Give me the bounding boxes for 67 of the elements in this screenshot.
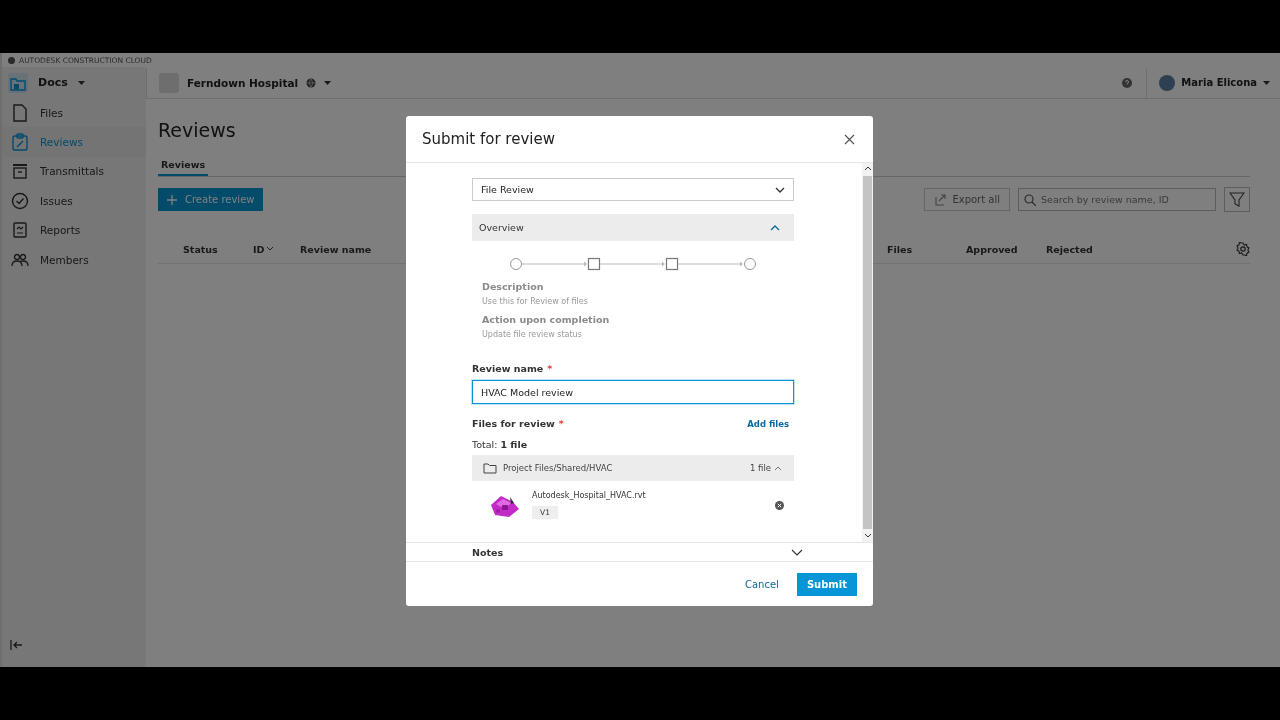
action-text: Update file review status bbox=[482, 330, 583, 339]
file-icon bbox=[10, 102, 30, 123]
notes-section[interactable]: Notes bbox=[406, 542, 873, 562]
create-review-button[interactable]: Create review bbox=[158, 188, 264, 211]
sidebar-item[interactable]: Transmittals bbox=[2, 156, 146, 187]
globe-icon bbox=[306, 77, 317, 88]
chevron-up-icon bbox=[774, 465, 782, 471]
folder-icon bbox=[483, 462, 497, 474]
action-label: Action upon completion bbox=[482, 314, 611, 325]
export-icon bbox=[934, 193, 947, 206]
user-menu[interactable]: Maria Elicona bbox=[1146, 67, 1270, 98]
search-icon bbox=[1024, 194, 1036, 206]
description-label: Description bbox=[482, 281, 545, 292]
tray-icon bbox=[10, 161, 30, 182]
plus-icon bbox=[167, 194, 177, 205]
clipboard-icon bbox=[10, 132, 30, 153]
field-label: Files for review bbox=[472, 418, 555, 429]
overview-header[interactable]: Overview bbox=[472, 214, 794, 241]
column-header[interactable]: Rejected bbox=[1046, 243, 1106, 255]
review-name-field[interactable]: HVAC Model review bbox=[472, 380, 794, 404]
column-header[interactable]: ID bbox=[253, 243, 300, 255]
field-label: Review name bbox=[472, 363, 544, 374]
chevron-up-icon[interactable] bbox=[863, 166, 872, 172]
filter-icon bbox=[1229, 192, 1245, 207]
submit-button[interactable]: Submit bbox=[796, 572, 857, 596]
chevron-down-icon bbox=[267, 247, 274, 251]
caret-icon bbox=[77, 80, 85, 85]
filter-button[interactable] bbox=[1224, 187, 1250, 212]
help-icon[interactable] bbox=[1122, 77, 1133, 88]
required-mark: * bbox=[547, 363, 553, 374]
folder-row[interactable]: Project Files/Shared/HVAC 1 file bbox=[472, 455, 794, 481]
report-icon bbox=[10, 220, 30, 241]
scrollbar[interactable] bbox=[862, 163, 873, 542]
logo-icon bbox=[8, 56, 15, 64]
sidebar-item[interactable]: Files bbox=[2, 98, 146, 128]
caret-icon bbox=[324, 80, 332, 85]
add-files-link[interactable]: Add files bbox=[747, 418, 789, 429]
avatar bbox=[1159, 74, 1176, 91]
workflow-dropdown[interactable]: File Review bbox=[472, 178, 794, 201]
sidebar-item[interactable]: Reports bbox=[2, 215, 146, 245]
sidebar-item[interactable]: Issues bbox=[2, 186, 146, 216]
dialog-title: Submit for review bbox=[422, 130, 555, 148]
caret-icon bbox=[1263, 80, 1270, 85]
description-text: Use this for Review of files bbox=[482, 297, 589, 306]
cancel-button[interactable]: Cancel bbox=[741, 574, 783, 594]
project-switcher[interactable]: Ferndown Hospital bbox=[146, 67, 332, 98]
chevron-down-icon[interactable] bbox=[863, 533, 872, 539]
export-button[interactable]: Export all bbox=[924, 188, 1010, 211]
file-name: Autodesk_Hospital_HVAC.rvt bbox=[532, 491, 647, 500]
column-header[interactable]: Files bbox=[887, 243, 966, 255]
chevron-up-icon bbox=[770, 224, 780, 231]
column-header[interactable]: Status bbox=[183, 243, 253, 255]
column-header[interactable]: Approved bbox=[966, 243, 1046, 255]
chevron-down-icon bbox=[775, 186, 785, 193]
collapse-icon[interactable] bbox=[10, 639, 23, 651]
tab[interactable]: Reviews bbox=[158, 159, 209, 176]
total-count: Total: 1 file bbox=[472, 439, 529, 450]
close-icon[interactable] bbox=[844, 133, 855, 145]
sidebar-item[interactable]: Members bbox=[2, 244, 146, 275]
settings-icon[interactable] bbox=[1236, 242, 1250, 256]
search-field[interactable]: Search by review name, ID bbox=[1018, 188, 1216, 211]
required-mark: * bbox=[558, 418, 564, 429]
chevron-down-icon bbox=[791, 548, 803, 556]
remove-icon[interactable] bbox=[775, 500, 784, 510]
module-switcher[interactable]: Docs bbox=[2, 67, 146, 98]
page-title: Reviews bbox=[158, 119, 236, 141]
check-circle-icon bbox=[10, 190, 30, 211]
